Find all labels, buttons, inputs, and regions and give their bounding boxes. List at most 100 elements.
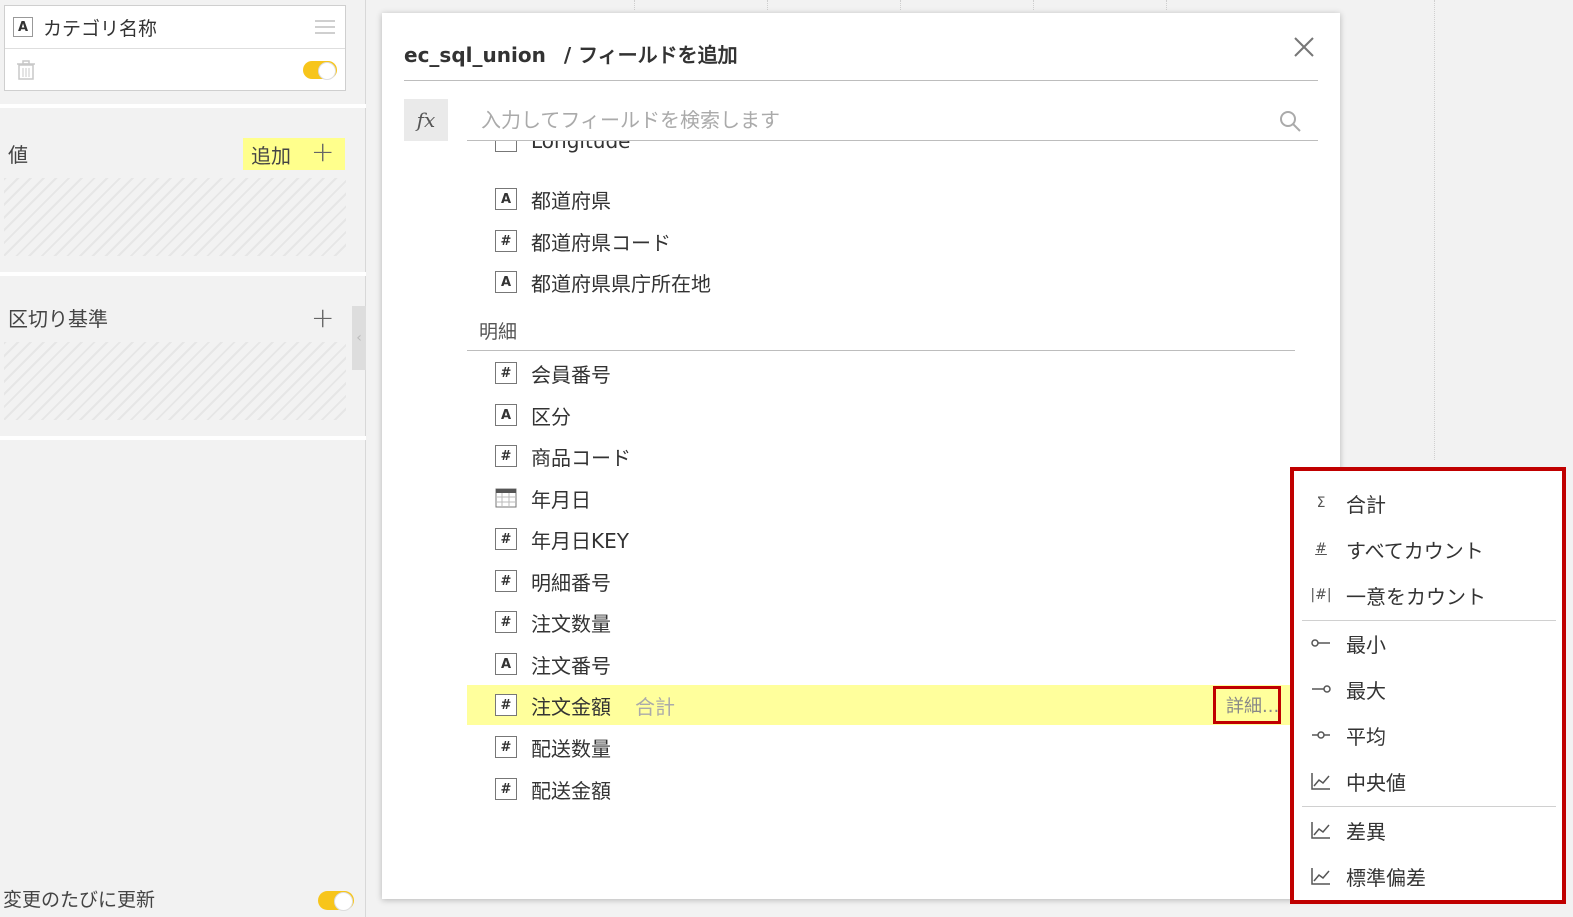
aggregation-label: 合計 [635,694,675,719]
trend-icon [1311,822,1330,839]
dialog-title: ec_sql_union / フィールドを追加 [404,39,738,68]
breakdown-drop-zone[interactable] [4,342,346,420]
menu-item-min[interactable]: 最小 [1294,621,1562,665]
add-value-button[interactable]: 追加 + [243,138,345,170]
add-value-label: 追加 [251,143,291,168]
drag-handle-icon[interactable] [315,20,335,34]
field-list: Longitude A 都道府県 # 都道府県コード A 都道府県県庁所在地 明… [467,141,1295,841]
field-item[interactable]: # 会員番号 [467,353,1295,393]
category-toggle[interactable] [303,60,337,80]
grid-guide [1033,0,1034,10]
trend-icon [1311,868,1330,885]
field-label: 商品コード [531,445,631,470]
menu-item-variance[interactable]: 差異 [1294,808,1562,852]
detail-button[interactable]: 詳細... [1213,686,1281,724]
menu-item-stddev[interactable]: 標準偏差 [1294,854,1562,898]
field-label: 年月日 [531,487,591,512]
breakdown-section-title: 区切り基準 [8,307,108,331]
add-field-dialog: ec_sql_union / フィールドを追加 fx Longitude A [382,13,1340,899]
menu-item-median[interactable]: 中央値 [1294,759,1562,803]
formula-button[interactable]: fx [404,99,448,141]
menu-item-label: 一意をカウント [1346,584,1486,609]
field-label: 配送金額 [531,778,611,803]
text-type-icon: A [13,17,33,37]
calendar-icon [495,488,517,508]
field-label: 配送数量 [531,736,611,761]
number-type-icon: # [495,445,517,467]
field-item[interactable]: # 都道府県コード [467,221,1295,261]
section-divider [0,436,366,440]
grid-guide [1166,0,1167,10]
field-label: 都道府県 [531,188,611,213]
section-divider [0,272,366,276]
trash-icon[interactable] [15,59,37,81]
menu-item-label: 最小 [1346,632,1386,657]
field-label: 会員番号 [531,362,611,387]
field-item[interactable]: A 区分 [467,395,1295,435]
number-type-icon: # [495,570,517,592]
menu-divider [1302,806,1556,807]
chevron-left-icon: ‹ [356,330,362,346]
number-type-icon [495,141,517,152]
values-drop-zone[interactable] [4,178,346,256]
menu-item-max[interactable]: 最大 [1294,667,1562,711]
plus-icon: + [311,135,335,168]
menu-item-avg[interactable]: 平均 [1294,713,1562,757]
number-type-icon: # [495,778,517,800]
title-divider [404,80,1318,81]
field-item[interactable]: # 配送金額 [467,769,1295,809]
datasource-name: ec_sql_union [404,43,546,67]
field-item-longitude[interactable]: Longitude [467,141,1295,161]
collapse-panel-tab[interactable]: ‹ [352,306,366,370]
number-type-icon: # [495,362,517,384]
distinct-hash-icon: |#| [1310,587,1332,603]
add-breakdown-plus-icon[interactable]: + [311,304,334,332]
text-type-icon: A [495,653,517,675]
menu-item-sum[interactable]: Σ 合計 [1294,481,1562,525]
field-label: Longitude [531,141,631,153]
avg-icon [1312,731,1330,739]
menu-item-count-all[interactable]: # すべてカウント [1294,527,1562,571]
field-label: 都道府県県庁所在地 [531,271,711,296]
category-field-actions [5,49,345,90]
field-label: 区分 [531,404,571,429]
section-divider [0,104,366,108]
min-icon [1311,639,1330,647]
search-icon[interactable] [1278,109,1302,133]
menu-item-label: 中央値 [1346,770,1406,795]
field-item[interactable]: # 年月日KEY [467,519,1295,559]
field-item[interactable]: # 商品コード [467,436,1295,476]
text-type-icon: A [495,271,517,293]
auto-update-label: 変更のたびに更新 [3,889,156,911]
dialog-title-text: / フィールドを追加 [563,43,738,67]
aggregation-menu: Σ 合計 # すべてカウント |#| 一意をカウント 最小 最大 平均 中央値 … [1290,467,1566,904]
max-icon [1312,685,1331,693]
group-divider [467,350,1295,351]
field-item[interactable]: # 明細番号 [467,561,1295,601]
fx-icon: fx [416,108,436,132]
grid-guide [900,0,901,10]
app-root: A カテゴリ名称 値 追加 + 区切り基準 + ‹ 変更のたびに更新 ec_sq… [0,0,1573,917]
auto-update-toggle[interactable] [318,891,354,911]
hash-icon: # [1315,541,1327,557]
number-type-icon: # [495,694,517,716]
category-field-label: カテゴリ名称 [43,17,158,40]
field-item[interactable]: # 注文数量 [467,602,1295,642]
menu-item-count-distinct[interactable]: |#| 一意をカウント [1294,573,1562,617]
grid-guide [1434,0,1435,460]
field-item[interactable]: 年月日 [467,478,1295,518]
field-label: 年月日KEY [531,528,629,553]
field-item-selected[interactable]: # 注文金額 合計 詳細... [467,685,1295,725]
field-search-input[interactable] [467,107,1247,132]
trend-icon [1311,773,1330,790]
category-field-row[interactable]: A カテゴリ名称 [5,6,345,49]
field-item[interactable]: # 配送数量 [467,727,1295,767]
field-item[interactable]: A 都道府県 [467,179,1295,219]
number-type-icon: # [495,528,517,550]
field-item[interactable]: A 都道府県県庁所在地 [467,262,1295,302]
values-section-title: 値 [8,143,28,167]
field-item[interactable]: A 注文番号 [467,644,1295,684]
field-label: 注文数量 [531,611,611,636]
menu-item-label: 標準偏差 [1346,865,1426,890]
close-icon[interactable] [1292,35,1316,59]
